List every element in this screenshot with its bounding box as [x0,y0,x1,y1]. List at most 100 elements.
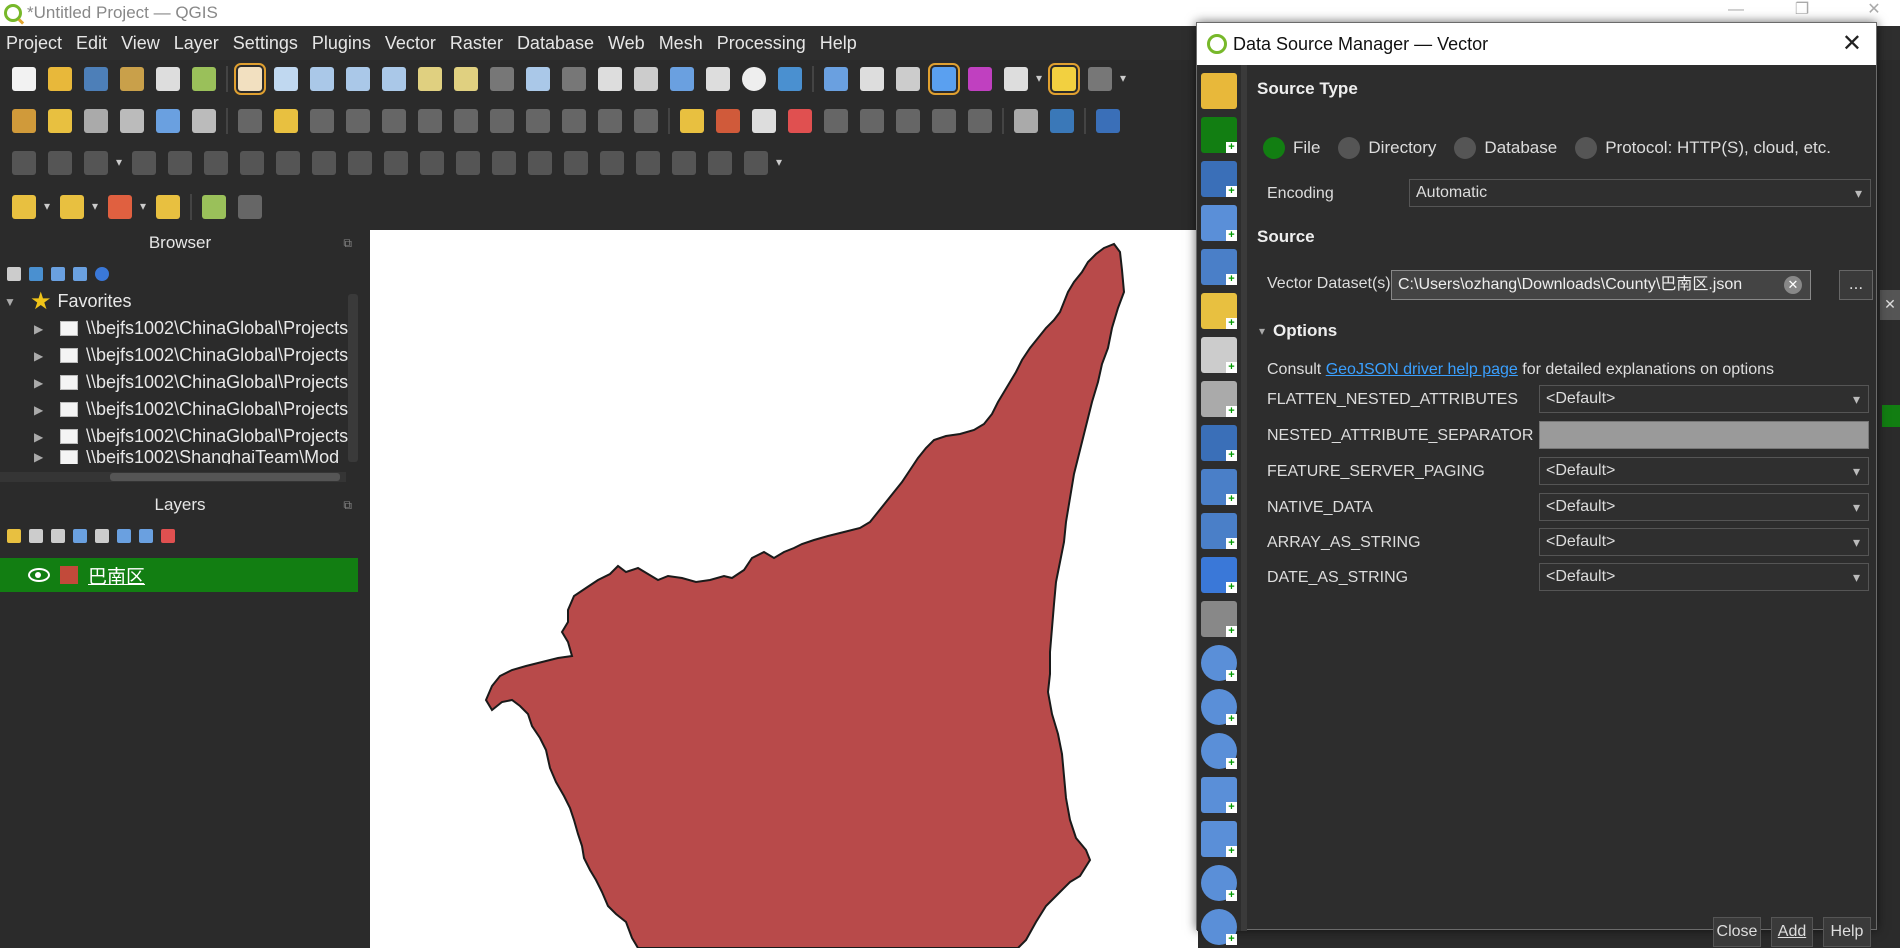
temporal-controller-icon[interactable] [742,67,766,91]
delimited-text-source-icon[interactable]: + [1201,293,1237,329]
mesh-source-icon[interactable]: + [1201,205,1237,241]
help-contents-icon[interactable] [1096,109,1120,133]
oracle-source-icon[interactable]: + [1201,513,1237,549]
style-manager-icon[interactable] [192,67,216,91]
close-button[interactable]: Close [1713,917,1761,947]
zoom-to-selection-icon[interactable] [418,67,442,91]
geojson-help-link[interactable]: GeoJSON driver help page [1326,361,1518,378]
map-tips-icon[interactable] [1048,63,1080,95]
label-tool-icon[interactable] [680,109,704,133]
filter-icon[interactable] [51,267,65,281]
expand-all-icon[interactable] [117,529,131,543]
trace-icon[interactable] [48,151,72,175]
merge-attributes-icon[interactable] [672,151,696,175]
new-project-icon[interactable] [12,67,36,91]
offset-point-symbols-icon[interactable] [744,151,768,175]
add-feature-icon[interactable] [346,109,370,133]
db2-source-icon[interactable]: + [1201,557,1237,593]
menu-database[interactable]: Database [511,33,602,54]
add-button[interactable]: Add [1771,917,1813,947]
zoom-native-icon[interactable] [490,67,514,91]
radio-protocol[interactable] [1575,137,1598,159]
refresh-icon[interactable] [778,67,802,91]
gps-source-icon[interactable]: + [1201,381,1237,417]
deselect-dropdown-icon[interactable] [140,195,148,219]
text-annotation-icon[interactable] [1088,67,1112,91]
mssql-source-icon[interactable]: + [1201,469,1237,505]
radio-file-label[interactable]: File [1293,138,1320,158]
option-native-data-select[interactable]: <Default> [1539,493,1869,521]
toggle-editing-icon[interactable] [274,109,298,133]
wms-source-icon[interactable]: + [1201,645,1237,681]
add-polygon-icon[interactable] [168,151,192,175]
side-dock-close-icon[interactable]: ✕ [1880,290,1900,320]
vertex-tool-icon[interactable] [382,109,406,133]
virtual-layer-source-icon[interactable]: + [1201,601,1237,637]
expand-arrow-icon[interactable]: ▶ [34,403,46,417]
menu-help[interactable]: Help [814,33,865,54]
zoom-to-layer-icon[interactable] [454,67,478,91]
filter-by-expression-icon[interactable] [95,529,109,543]
save-project-icon[interactable] [84,67,108,91]
select-by-value-dropdown-icon[interactable] [92,195,100,219]
radio-directory-label[interactable]: Directory [1368,138,1436,158]
save-as-icon[interactable] [120,67,144,91]
radio-protocol-label[interactable]: Protocol: HTTP(S), cloud, etc. [1605,138,1831,158]
browser-source-icon[interactable] [1201,73,1237,109]
menu-project[interactable]: Project [0,33,70,54]
expand-arrow-icon[interactable]: ▶ [34,450,46,464]
layer-styling-icon[interactable] [7,529,21,543]
cut-features-icon[interactable] [490,109,514,133]
panel-float-icon[interactable]: ⧉ [343,226,352,260]
option-array-select[interactable]: <Default> [1539,528,1869,556]
dialog-close-icon[interactable]: ✕ [1842,29,1862,58]
xyz-tiles-source-icon[interactable]: + [1201,777,1237,813]
new-bookmark-icon[interactable] [670,67,694,91]
pin-labels-icon[interactable] [788,109,812,133]
annotation-dropdown-icon[interactable] [1120,67,1128,91]
digitizing-dropdown-icon[interactable] [776,151,784,175]
select-by-value-icon[interactable] [60,195,84,219]
zoom-out-icon[interactable] [346,67,370,91]
label-properties-icon[interactable] [968,109,992,133]
browser-vertical-scrollbar[interactable] [348,294,358,462]
scrollbar-thumb[interactable] [110,473,340,481]
arcgis-feature-source-icon[interactable]: + [1201,865,1237,901]
processing-toolbox-icon[interactable] [928,63,960,95]
sidebar-scrollbar[interactable] [1241,65,1247,931]
window-close-button[interactable]: ✕ [1854,0,1894,22]
list-item[interactable]: ▶ \\bejfs1002\ChinaGlobal\Projects [0,369,360,396]
modify-attributes-icon[interactable] [418,109,442,133]
clear-icon[interactable]: ✕ [1784,276,1802,294]
simplify-feature-icon[interactable] [276,151,300,175]
list-item[interactable]: ▶ \\bejfs1002\ChinaGlobal\Projects [0,396,360,423]
point-cloud-source-icon[interactable]: + [1201,249,1237,285]
encoding-select[interactable]: Automatic [1409,179,1871,207]
manage-visibility-icon[interactable] [51,529,65,543]
add-group-icon[interactable] [29,529,43,543]
browser-horizontal-scrollbar[interactable] [0,472,346,482]
menu-processing[interactable]: Processing [711,33,814,54]
district-polygon[interactable] [484,242,1126,948]
layer-item[interactable]: 巴南区 [0,558,358,592]
delete-part-icon[interactable] [456,151,480,175]
circle-dropdown-icon[interactable] [116,151,124,175]
raster-source-icon[interactable]: + [1201,161,1237,197]
radio-database[interactable] [1454,137,1477,159]
data-source-manager-icon[interactable] [12,109,36,133]
open-project-icon[interactable] [48,67,72,91]
panel-float-icon[interactable]: ⧉ [343,488,352,522]
merge-features-icon[interactable] [636,151,660,175]
radio-directory[interactable] [1338,137,1361,159]
rotate-label-icon[interactable] [896,109,920,133]
select-features-icon[interactable] [12,195,36,219]
arcgis-map-source-icon[interactable]: + [1201,909,1237,945]
undo-icon[interactable] [598,109,622,133]
redo-icon[interactable] [634,109,658,133]
attribute-table-icon[interactable] [860,67,884,91]
deselect-all-icon[interactable] [108,195,132,219]
list-item[interactable]: ▶ \\bejfs1002\ShanghaiTeam\Mod [0,450,360,464]
split-features-icon[interactable] [564,151,588,175]
print-layout-icon[interactable] [156,67,180,91]
move-label-icon[interactable] [860,109,884,133]
